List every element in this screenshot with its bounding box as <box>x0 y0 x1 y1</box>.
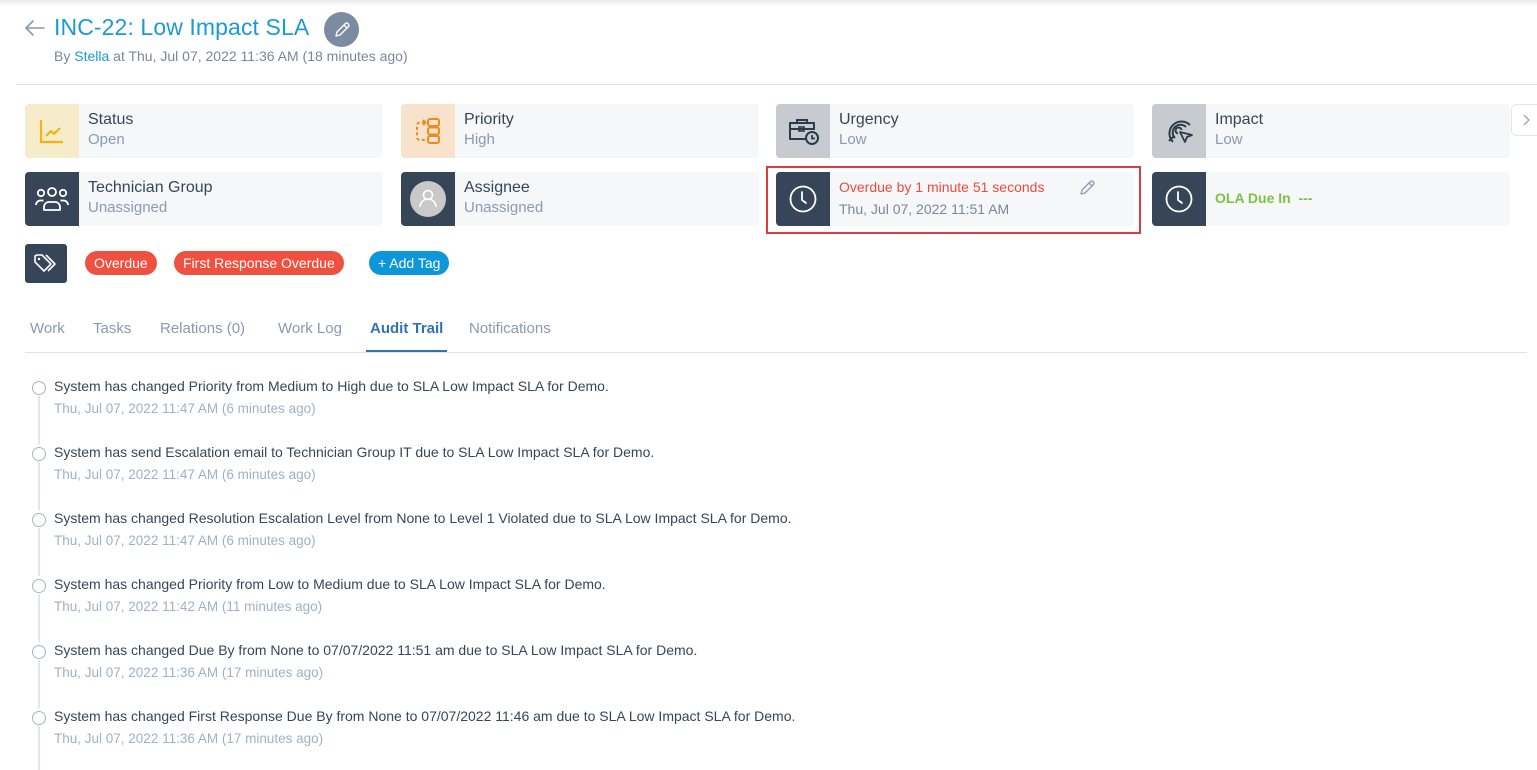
edit-title-button[interactable] <box>324 12 359 47</box>
impact-label: Impact <box>1215 111 1264 128</box>
audit-entry-time: Thu, Jul 07, 2022 11:42 AM (11 minutes a… <box>54 599 323 614</box>
next-cards-button[interactable] <box>1511 104 1537 136</box>
group-icon <box>25 172 79 226</box>
byline-prefix: By <box>54 48 71 64</box>
urgency-value: Low <box>839 131 867 148</box>
tag-overdue[interactable]: Overdue <box>85 251 157 275</box>
timeline-connector <box>38 660 40 708</box>
impact-card[interactable]: Impact Low <box>1152 104 1510 158</box>
ola-value: --- <box>1298 190 1313 206</box>
tabs-divider <box>25 352 1527 353</box>
tab-work[interactable]: Work <box>30 320 65 353</box>
audit-entry-time: Thu, Jul 07, 2022 11:47 AM (6 minutes ag… <box>54 467 316 482</box>
tags-icon <box>25 244 67 283</box>
timeline-dot <box>32 711 46 725</box>
audit-entry-time: Thu, Jul 07, 2022 11:36 AM (17 minutes a… <box>54 731 324 746</box>
urgency-label: Urgency <box>839 111 899 128</box>
timeline-connector <box>38 528 40 576</box>
page-title: INC-22: Low Impact SLA <box>54 14 310 40</box>
timeline-connector <box>38 594 40 642</box>
timeline-dot <box>32 645 46 659</box>
audit-entry-text: System has send Escalation email to Tech… <box>54 444 655 460</box>
technician-group-value: Unassigned <box>88 199 168 216</box>
status-card[interactable]: Status Open <box>25 104 383 158</box>
back-arrow-icon[interactable] <box>24 18 46 38</box>
timeline-connector <box>38 726 40 770</box>
tab-relations[interactable]: Relations (0) <box>160 320 245 353</box>
chevron-right-icon <box>1523 114 1530 126</box>
byline: By Stella at Thu, Jul 07, 2022 11:36 AM … <box>54 48 408 64</box>
urgency-card[interactable]: Urgency Low <box>776 104 1134 158</box>
audit-entry-text: System has changed Priority from Low to … <box>54 576 606 592</box>
priority-label: Priority <box>464 111 514 128</box>
ola-label: OLA Due In <box>1215 190 1291 206</box>
timeline-connector <box>38 396 40 444</box>
pencil-icon <box>334 21 350 37</box>
audit-entry-text: System has changed Resolution Escalation… <box>54 510 792 526</box>
status-label: Status <box>88 111 134 128</box>
priority-card[interactable]: Priority High <box>401 104 759 158</box>
header-divider <box>16 84 1537 85</box>
timeline-dot <box>32 381 46 395</box>
highlight-box <box>766 166 1141 234</box>
tab-audit-trail[interactable]: Audit Trail <box>365 320 448 353</box>
technician-group-label: Technician Group <box>88 179 213 196</box>
assignee-label: Assignee <box>464 179 530 196</box>
author-link[interactable]: Stella <box>74 48 109 64</box>
add-tag-button[interactable]: + Add Tag <box>369 251 450 275</box>
ola-due-label: OLA Due In --- <box>1215 190 1312 206</box>
tab-work-log[interactable]: Work Log <box>278 320 342 353</box>
flow-priority-icon <box>401 104 455 158</box>
ola-card[interactable]: OLA Due In --- <box>1152 172 1510 226</box>
audit-entry-text: System has changed First Response Due By… <box>54 708 796 724</box>
trend-chart-icon <box>25 104 79 158</box>
audit-entry-time: Thu, Jul 07, 2022 11:47 AM (6 minutes ag… <box>54 401 316 416</box>
technician-group-card[interactable]: Technician Group Unassigned <box>25 172 383 226</box>
tab-tasks[interactable]: Tasks <box>93 320 131 353</box>
avatar-icon <box>401 172 455 226</box>
impact-value: Low <box>1215 131 1243 148</box>
assignee-card[interactable]: Assignee Unassigned <box>401 172 759 226</box>
timeline-dot <box>32 513 46 527</box>
top-shadow <box>0 0 1537 6</box>
audit-entry-time: Thu, Jul 07, 2022 11:36 AM (17 minutes a… <box>54 665 324 680</box>
clock-icon <box>1152 172 1206 226</box>
audit-entry-text: System has changed Due By from None to 0… <box>54 642 698 658</box>
target-cursor-icon <box>1152 104 1206 158</box>
status-value: Open <box>88 131 125 148</box>
timeline-dot <box>32 579 46 593</box>
audit-entry-text: System has changed Priority from Medium … <box>54 378 609 394</box>
priority-value: High <box>464 131 495 148</box>
briefcase-clock-icon <box>776 104 830 158</box>
byline-suffix: at Thu, Jul 07, 2022 11:36 AM (18 minute… <box>113 48 408 64</box>
tag-first-response-overdue[interactable]: First Response Overdue <box>174 251 344 275</box>
audit-entry-time: Thu, Jul 07, 2022 11:47 AM (6 minutes ag… <box>54 533 316 548</box>
assignee-value: Unassigned <box>464 199 544 216</box>
tab-notifications[interactable]: Notifications <box>469 320 551 353</box>
timeline-dot <box>32 447 46 461</box>
timeline-connector <box>38 462 40 510</box>
